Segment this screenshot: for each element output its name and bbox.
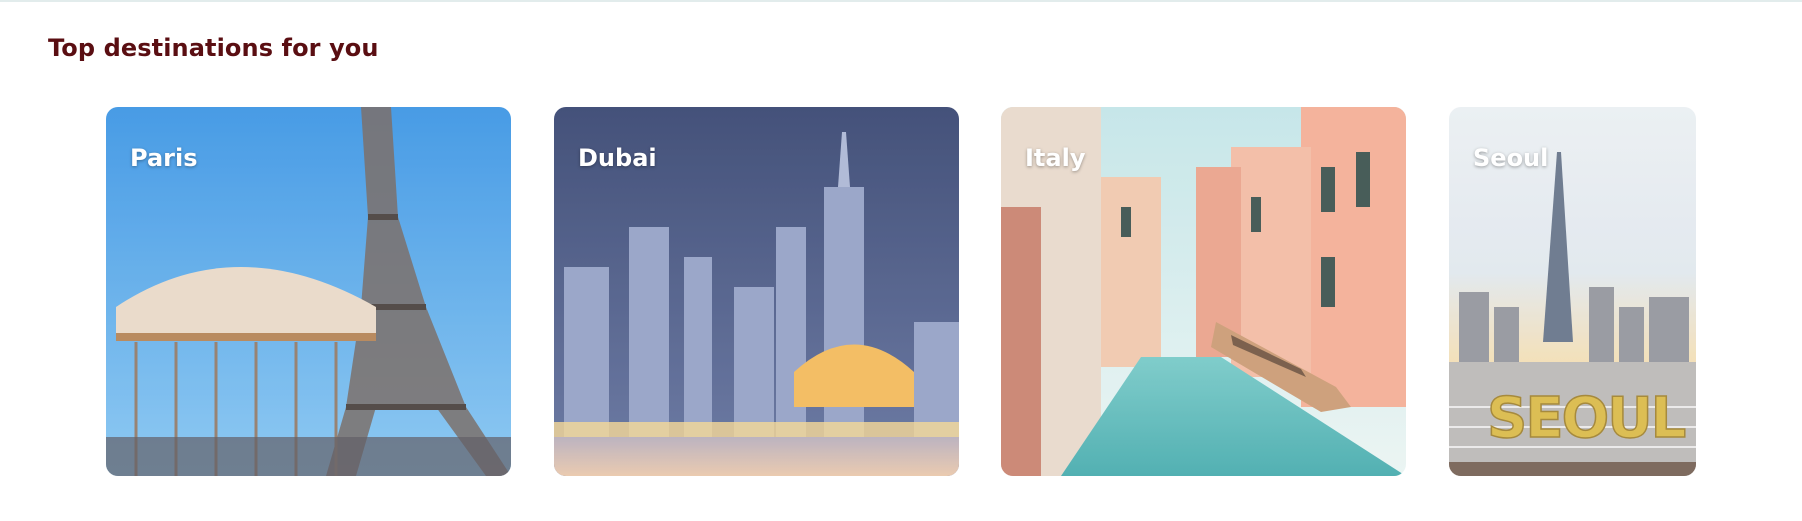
destination-name: Seoul <box>1473 144 1549 172</box>
section-title: Top destinations for you <box>48 34 379 62</box>
destination-card-seoul[interactable]: SEOUL Seoul <box>1449 107 1696 476</box>
destination-card-paris[interactable]: Paris <box>106 107 511 476</box>
destination-card-italy[interactable]: Italy <box>1001 107 1406 476</box>
destination-card-dubai[interactable]: Dubai <box>554 107 959 476</box>
destination-name: Dubai <box>578 144 657 172</box>
destination-name: Italy <box>1025 144 1086 172</box>
top-divider <box>0 0 1802 2</box>
destination-name: Paris <box>130 144 198 172</box>
